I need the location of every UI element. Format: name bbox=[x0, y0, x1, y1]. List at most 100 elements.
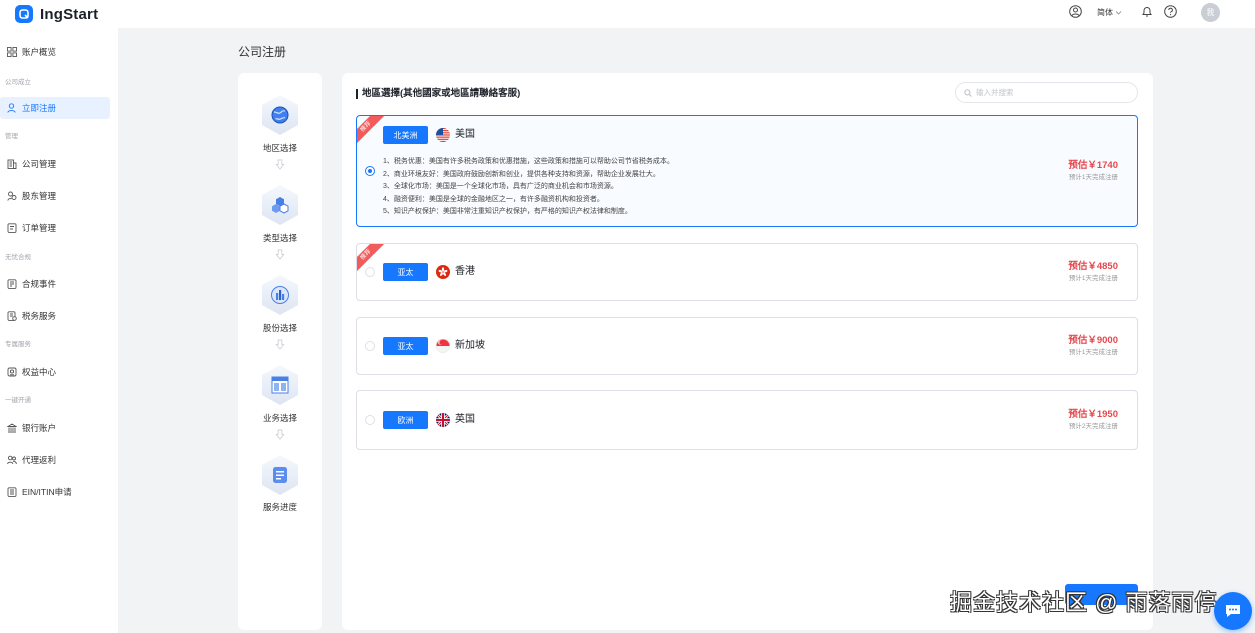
ein-icon bbox=[7, 487, 17, 497]
search-box[interactable] bbox=[955, 82, 1138, 103]
step-type[interactable] bbox=[262, 185, 298, 225]
sidebar-item-label: 银行账户 bbox=[22, 423, 57, 433]
cubes-icon bbox=[272, 197, 289, 214]
watermark: 掘金技术社区 @ 雨落雨停 bbox=[950, 590, 1218, 615]
continent-tag: 欧洲 bbox=[383, 411, 428, 429]
building-icon bbox=[7, 159, 17, 169]
estimated-time: 预计1天完成注册 bbox=[1068, 349, 1118, 356]
sidebar-item-agent-rebate[interactable]: 代理返利 bbox=[0, 449, 110, 471]
step-progress[interactable] bbox=[262, 455, 298, 495]
step-shares[interactable] bbox=[262, 275, 298, 315]
country-name: 新加坡 bbox=[455, 340, 485, 351]
document-icon bbox=[273, 467, 287, 483]
section-title: 地區選擇(其他國家或地區請聯絡客服) bbox=[362, 88, 521, 99]
arrow-down-icon bbox=[275, 249, 285, 260]
sidebar-section-title: 管理 bbox=[5, 133, 18, 140]
user-circle-icon[interactable] bbox=[1069, 5, 1082, 18]
grid-icon bbox=[7, 47, 17, 57]
sidebar-item-label: 权益中心 bbox=[22, 367, 57, 377]
tax-icon bbox=[7, 311, 17, 321]
sidebar-item-account-overview[interactable]: 账户概览 bbox=[0, 41, 110, 63]
region-radio[interactable] bbox=[365, 415, 375, 425]
arrow-down-icon bbox=[275, 429, 285, 440]
benefits-icon bbox=[7, 367, 17, 377]
app-name: IngStart bbox=[40, 5, 99, 23]
top-header: IngStart 简体 我 bbox=[0, 0, 1255, 28]
search-input[interactable] bbox=[976, 88, 1126, 97]
step-label: 股份选择 bbox=[262, 323, 297, 333]
chart-icon bbox=[271, 286, 289, 304]
region-radio[interactable] bbox=[365, 166, 375, 176]
us-flag-icon bbox=[436, 128, 450, 142]
estimated-time: 预计1天完成注册 bbox=[1068, 275, 1118, 282]
region-option-singapore[interactable]: 亚太 新加坡 预估￥9000 预计1天完成注册 bbox=[356, 317, 1138, 375]
sidebar-item-benefits-center[interactable]: 权益中心 bbox=[0, 361, 110, 383]
section-marker bbox=[356, 89, 358, 99]
user-icon bbox=[7, 103, 16, 113]
sidebar-item-register[interactable]: 立即注册 bbox=[0, 97, 110, 119]
layout-icon bbox=[271, 376, 289, 394]
help-icon[interactable] bbox=[1164, 5, 1177, 18]
region-selection-panel: 地區選擇(其他國家或地區請聯絡客服) 推荐 北美洲 美国 1、税务优惠：美国有许… bbox=[342, 73, 1153, 630]
step-label: 类型选择 bbox=[262, 233, 297, 243]
avatar[interactable]: 我 bbox=[1201, 3, 1220, 22]
description-line: 2、商业环境友好：美国政府鼓励创新和创业，提供各种支持和资源，帮助企业发展壮大。 bbox=[383, 170, 660, 178]
hongkong-flag-icon bbox=[436, 265, 450, 279]
country-name: 英国 bbox=[455, 414, 475, 425]
language-label: 简体 bbox=[1097, 8, 1113, 17]
chat-support-button[interactable] bbox=[1214, 592, 1252, 630]
recommended-ribbon: 推荐 bbox=[357, 116, 386, 147]
arrow-down-icon bbox=[275, 159, 285, 170]
language-selector[interactable]: 简体 bbox=[1097, 7, 1122, 18]
estimated-price: 预估￥9000 bbox=[1068, 335, 1118, 346]
region-description: 1、税务优惠：美国有许多税务政策和优惠措施，这些政策和措施可以帮助公司节省税务成… bbox=[383, 156, 674, 219]
region-option-hongkong[interactable]: 推荐 亚太 香港 预估￥4850 预计1天完成注册 bbox=[356, 243, 1138, 301]
app-logo[interactable]: IngStart bbox=[15, 5, 98, 23]
description-line: 3、全球化市场：美国是一个全球化市场，具有广泛的商业机会和市场资源。 bbox=[383, 183, 618, 190]
region-radio[interactable] bbox=[365, 341, 375, 351]
step-region[interactable] bbox=[262, 95, 298, 135]
step-navigator: 地区选择 类型选择 股份选择 业务选择 服务进度 bbox=[238, 73, 322, 630]
estimated-time: 预计1天完成注册 bbox=[1068, 174, 1118, 181]
price-block: 预估￥9000 预计1天完成注册 bbox=[1068, 335, 1118, 357]
step-label: 服务进度 bbox=[262, 502, 297, 512]
region-option-usa[interactable]: 推荐 北美洲 美国 1、税务优惠：美国有许多税务政策和优惠措施，这些政策和措施可… bbox=[356, 115, 1138, 227]
sidebar-section-title: 无忧合规 bbox=[5, 254, 31, 261]
description-line: 4、融资便利：美国是全球的金融地区之一，有许多融资机构和投资者。 bbox=[383, 195, 604, 203]
sidebar-item-label: EIN/ITIN申请 bbox=[22, 487, 72, 497]
chat-icon bbox=[1226, 605, 1240, 617]
bank-icon bbox=[7, 423, 17, 433]
rebate-icon bbox=[7, 455, 17, 465]
sidebar-item-order-management[interactable]: 订单管理 bbox=[0, 217, 110, 239]
sidebar-item-shareholder-management[interactable]: 股东管理 bbox=[0, 185, 110, 207]
chevron-down-icon bbox=[1115, 11, 1122, 15]
sidebar-item-tax-service[interactable]: 税务服务 bbox=[0, 305, 110, 327]
step-business[interactable] bbox=[262, 365, 298, 405]
country-name: 香港 bbox=[455, 266, 475, 277]
sidebar-item-label: 立即注册 bbox=[22, 103, 57, 113]
estimated-price: 预估￥1740 bbox=[1068, 160, 1118, 171]
bell-icon[interactable] bbox=[1141, 5, 1153, 18]
sidebar-item-label: 账户概览 bbox=[22, 47, 57, 57]
price-block: 预估￥1740 预计1天完成注册 bbox=[1068, 160, 1118, 182]
order-icon bbox=[7, 223, 17, 233]
compliance-icon bbox=[7, 279, 17, 289]
sidebar-item-ein-itin[interactable]: EIN/ITIN申请 bbox=[0, 481, 110, 503]
region-radio[interactable] bbox=[365, 267, 375, 277]
country-name: 美国 bbox=[455, 129, 475, 140]
estimated-time: 预计2天完成注册 bbox=[1068, 423, 1118, 430]
step-label: 地区选择 bbox=[262, 143, 297, 153]
sidebar-section-title: 公司成立 bbox=[5, 79, 31, 86]
continent-tag: 亚太 bbox=[383, 337, 428, 355]
sidebar-section-title: 一键开通 bbox=[5, 397, 31, 404]
continent-tag: 亚太 bbox=[383, 263, 428, 281]
sidebar-item-compliance-events[interactable]: 合规事件 bbox=[0, 273, 110, 295]
region-option-uk[interactable]: 欧洲 英国 预估￥1950 预计2天完成注册 bbox=[356, 390, 1138, 450]
sidebar-item-label: 订单管理 bbox=[22, 223, 57, 233]
shareholder-icon bbox=[7, 191, 17, 201]
sidebar-item-label: 税务服务 bbox=[22, 311, 57, 321]
sidebar-item-bank-account[interactable]: 银行账户 bbox=[0, 417, 110, 439]
sidebar-section-title: 专属服务 bbox=[5, 341, 31, 348]
sidebar-item-company-management[interactable]: 公司管理 bbox=[0, 153, 110, 175]
page-title: 公司注册 bbox=[238, 45, 287, 59]
